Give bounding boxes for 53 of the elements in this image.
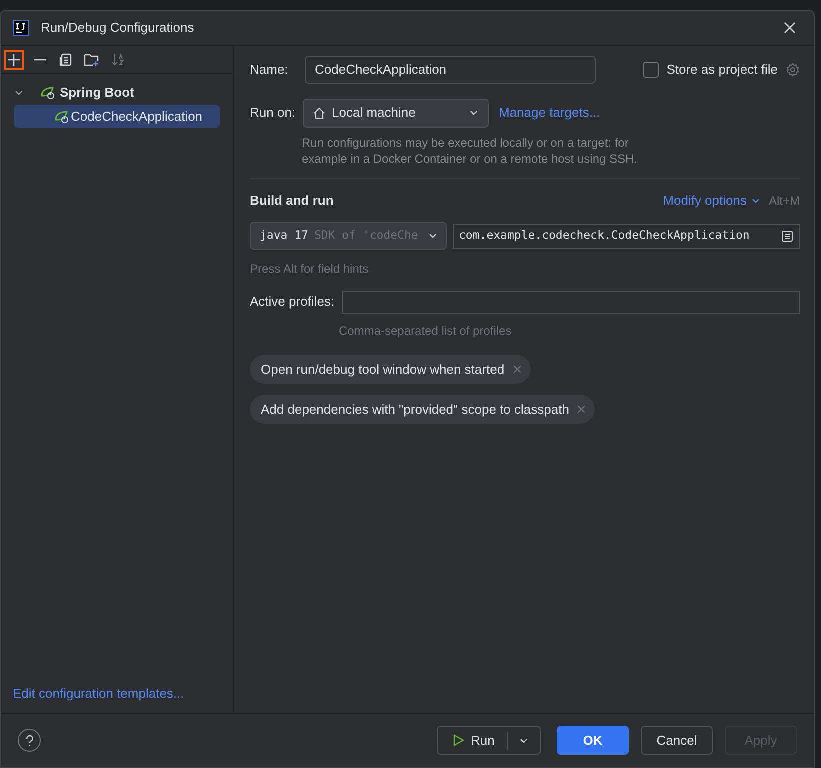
name-field[interactable]: CodeCheckApplication — [305, 56, 596, 84]
modify-options-button[interactable]: Modify options — [663, 191, 761, 211]
name-label: Name: — [250, 61, 290, 80]
tree-item[interactable]: Spring Boot — [14, 82, 220, 104]
main-class-value: com.example.codecheck.CodeCheckApplication — [459, 227, 750, 244]
tree-item-label: Spring Boot — [60, 84, 134, 102]
profiles-hint: Comma-separated list of profiles — [339, 323, 513, 340]
option-chip-label: Open run/debug tool window when started — [261, 360, 505, 379]
help-icon — [24, 734, 34, 746]
copy-icon — [59, 52, 73, 66]
chevron-icon — [14, 88, 24, 98]
new-folder-icon — [84, 52, 100, 66]
run-on-label: Run on: — [250, 104, 297, 122]
active-profiles-field[interactable] — [342, 290, 800, 314]
store-label: Store as project file — [666, 61, 778, 80]
run-on-dropdown[interactable]: Local machine — [303, 98, 489, 128]
play-icon — [453, 734, 465, 747]
gear-icon — [786, 63, 800, 77]
section-title: Build and run — [250, 192, 335, 210]
shortcut-hint: Alt+M — [768, 193, 800, 210]
main-class-field[interactable]: com.example.codecheck.CodeCheckApplication — [453, 224, 800, 248]
add-icon — [7, 52, 21, 66]
window-title: Run/Debug Configurations — [41, 19, 196, 38]
chevron-down-icon — [428, 231, 438, 241]
active-profiles-label: Active profiles: — [250, 293, 336, 312]
close-icon — [512, 365, 522, 374]
cancel-button[interactable]: Cancel — [641, 726, 713, 755]
home-icon — [313, 106, 326, 120]
field-hints-text: Press Alt for field hints — [250, 261, 370, 278]
close-icon — [784, 22, 796, 34]
tree-item[interactable]: CodeCheckApplication — [14, 105, 220, 128]
close-icon — [577, 405, 586, 414]
help-button[interactable] — [18, 729, 41, 752]
edit-templates-link[interactable]: Edit configuration templates... — [1, 684, 233, 713]
run-split-button[interactable]: Run — [437, 726, 541, 755]
spring-leaf-icon — [40, 86, 56, 100]
store-checkbox[interactable] — [642, 62, 659, 78]
option-chip-label: Add dependencies with "provided" scope to classpath — [261, 400, 570, 419]
app-logo-icon — [13, 20, 29, 36]
chevron-down-icon — [750, 196, 761, 206]
run-on-hint: Run configurations may be executed locally or on a target: for example in a Docker Container or on a remote host using SSH. — [302, 135, 639, 167]
tree-item-label: CodeCheckApplication — [71, 108, 203, 126]
jdk-detail: SDK of 'codeChe — [314, 227, 418, 244]
ok-button[interactable]: OK — [557, 726, 629, 755]
add-button[interactable] — [4, 50, 24, 70]
jdk-version: java 17 — [260, 227, 308, 244]
chevron-down-icon — [469, 108, 479, 118]
sort-icon — [111, 52, 125, 66]
manage-targets-link[interactable]: Manage targets... — [499, 103, 600, 123]
run-button[interactable]: Run — [438, 727, 507, 754]
jdk-dropdown[interactable]: java 17 SDK of 'codeChe — [250, 222, 447, 250]
spring-leaf-icon — [54, 110, 70, 124]
list-icon — [781, 230, 794, 242]
